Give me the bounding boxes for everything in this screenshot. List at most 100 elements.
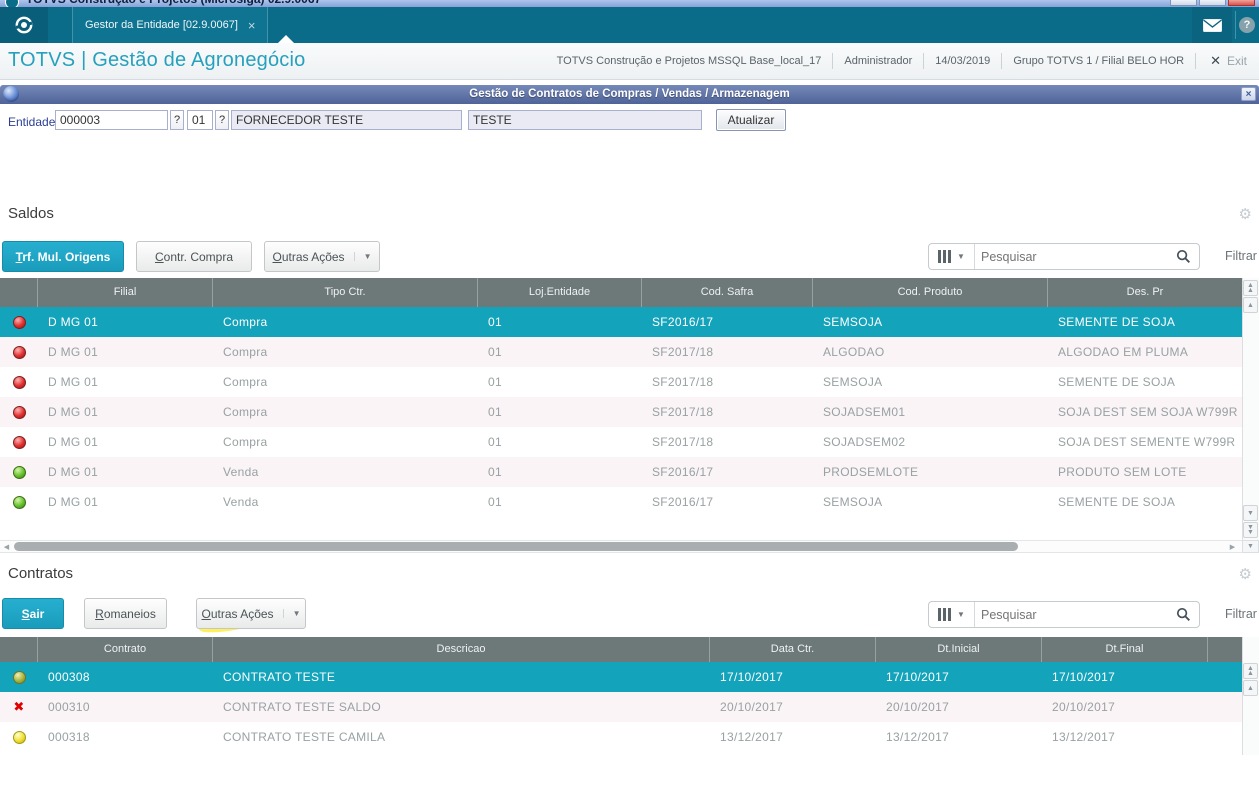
tab-label: Gestor da Entidade [02.9.0067] xyxy=(85,19,238,31)
contratos-cell: 13/12/2017 xyxy=(886,730,950,744)
tab-gestor-da-entidade[interactable]: Gestor da Entidade [02.9.0067] × xyxy=(72,7,269,43)
saldos-cell: SF2017/18 xyxy=(652,345,714,359)
status-red-icon xyxy=(12,435,26,449)
help-glyph: ? xyxy=(1243,19,1251,31)
contratos-column-header[interactable] xyxy=(1208,637,1242,662)
tab-close-icon[interactable]: × xyxy=(248,19,256,32)
saldos-cell: D MG 01 xyxy=(48,465,99,479)
saldos-scroll-right-arrow[interactable]: ▶ xyxy=(1226,541,1239,552)
contratos-action-sair[interactable]: Sair xyxy=(2,598,64,629)
contratos-table-row[interactable]: 000308 CONTRATO TESTE 17/10/2017 17/10/2017… xyxy=(0,662,1242,692)
saldos-cell: D MG 01 xyxy=(48,495,99,509)
saldos-search-input[interactable] xyxy=(975,249,1176,264)
saldos-vscrollbar[interactable] xyxy=(1242,278,1259,540)
saldos-table-row[interactable]: D MG 01 Compra 01 SF2017/18 SOJADSEM01 SOJA D… xyxy=(0,397,1242,427)
contratos-vscrollbar[interactable] xyxy=(1242,637,1259,755)
mail-icon[interactable] xyxy=(1192,7,1232,43)
contratos-action-outras-a-es[interactable]: Outras Ações ▼ xyxy=(196,598,306,629)
entity-store-lookup-button[interactable]: ? xyxy=(215,110,229,130)
saldos-column-header[interactable]: Cod. Safra xyxy=(642,278,813,307)
status-cell xyxy=(0,315,38,329)
contratos-column-header[interactable] xyxy=(0,637,38,662)
contratos-column-header[interactable]: Dt.Inicial xyxy=(876,637,1042,662)
saldos-cell: SEMSOJA xyxy=(823,315,883,329)
maximize-button[interactable] xyxy=(1199,0,1226,6)
chevron-down-icon[interactable]: ▼ xyxy=(282,609,300,618)
contratos-column-header[interactable]: Data Ctr. xyxy=(710,637,876,662)
saldos-table-row[interactable]: D MG 01 Compra 01 SF2017/18 SOJADSEM02 SOJA D… xyxy=(0,427,1242,457)
entity-name-field[interactable] xyxy=(231,110,462,130)
search-icon[interactable] xyxy=(1176,607,1191,622)
contratos-table-row[interactable]: ✖ 000310 CONTRATO TESTE SALDO 20/10/2017 20/… xyxy=(0,692,1242,722)
contratos-column-picker[interactable]: ▼ xyxy=(929,602,975,627)
status-green-icon xyxy=(12,465,26,479)
dialog-close-button[interactable]: × xyxy=(1241,87,1256,101)
saldos-column-header[interactable]: Loj.Entidade xyxy=(478,278,642,307)
window-title: TOTVS Construção e Projetos (Microsiga) … xyxy=(26,0,321,6)
contratos-column-header[interactable]: Contrato xyxy=(38,637,213,662)
saldos-column-header[interactable]: Cod. Produto xyxy=(813,278,1048,307)
saldos-table-row[interactable]: D MG 01 Compra 01 SF2017/18 ALGODAO ALGODAO E… xyxy=(0,337,1242,367)
contratos-search-input[interactable] xyxy=(975,607,1176,622)
minimize-button[interactable] xyxy=(1170,0,1197,6)
saldos-cell: D MG 01 xyxy=(48,435,99,449)
refresh-button[interactable]: Atualizar xyxy=(716,109,786,131)
saldos-cell: Venda xyxy=(223,495,259,509)
user-name: Administrador xyxy=(844,55,913,67)
scrollbar-corner[interactable]: ▼ xyxy=(1242,540,1259,553)
contratos-cell: 17/10/2017 xyxy=(720,670,784,684)
exit-button[interactable]: ✕ Exit xyxy=(1196,53,1255,69)
contratos-cell: 20/10/2017 xyxy=(1052,700,1116,714)
contratos-cell: 20/10/2017 xyxy=(886,700,950,714)
saldos-cell: SEMENTE DE SOJA xyxy=(1058,375,1176,389)
saldos-column-header[interactable] xyxy=(0,278,38,307)
saldos-column-header[interactable]: Des. Pr xyxy=(1048,278,1242,307)
saldos-cell: SF2017/18 xyxy=(652,435,714,449)
saldos-table-row[interactable]: D MG 01 Compra 01 SF2017/18 SEMSOJA SEMENTE D… xyxy=(0,367,1242,397)
saldos-table-row[interactable]: D MG 01 Compra 01 SF2016/17 SEMSOJA SEMENTE D… xyxy=(0,307,1242,337)
saldos-cell: 01 xyxy=(488,405,502,419)
saldos-scroll-last-button[interactable]: ▼ ▼ xyxy=(1243,522,1258,538)
contratos-scroll-up-button[interactable]: ▲ xyxy=(1243,680,1258,696)
contratos-gear-icon[interactable]: ⚙ xyxy=(1239,567,1252,582)
entity-code-field[interactable] xyxy=(55,110,168,130)
saldos-filter-link[interactable]: Filtrar xyxy=(1225,249,1257,263)
entity-store-field[interactable] xyxy=(187,110,213,130)
saldos-hscroll-thumb[interactable] xyxy=(14,542,1018,551)
status-cell xyxy=(0,435,38,449)
saldos-column-header[interactable]: Tipo Ctr. xyxy=(213,278,478,307)
saldos-action-outras-a-es[interactable]: Outras Ações ▼ xyxy=(264,241,380,272)
entity-label: Entidade xyxy=(8,115,56,129)
saldos-action-trf-mul-origens[interactable]: Trf. Mul. Origens xyxy=(2,241,124,272)
saldos-cell: 01 xyxy=(488,375,502,389)
contratos-filter-link[interactable]: Filtrar xyxy=(1225,607,1257,621)
entity-short-name-field[interactable] xyxy=(468,110,702,130)
saldos-scroll-left-arrow[interactable]: ◀ xyxy=(0,541,13,552)
search-icon[interactable] xyxy=(1176,249,1191,264)
totvs-logo-icon[interactable] xyxy=(0,7,48,43)
contratos-table-row[interactable]: 000318 CONTRATO TESTE CAMILA 13/12/2017 13/… xyxy=(0,722,1242,752)
contratos-scroll-first-button[interactable]: ▲ ▲ xyxy=(1243,663,1258,679)
entity-code-lookup-button[interactable]: ? xyxy=(170,110,184,130)
saldos-table-row[interactable]: D MG 01 Venda 01 SF2016/17 SEMSOJA SEMENTE DE… xyxy=(0,487,1242,517)
saldos-table-row[interactable]: D MG 01 Venda 01 SF2016/17 PRODSEMLOTE PRODUT… xyxy=(0,457,1242,487)
saldos-column-picker[interactable]: ▼ xyxy=(929,244,975,269)
saldos-scroll-first-button[interactable]: ▲ ▲ xyxy=(1243,280,1258,296)
contratos-column-header[interactable]: Descricao xyxy=(213,637,710,662)
window-close-button[interactable] xyxy=(1228,0,1255,6)
saldos-column-header[interactable]: Filial xyxy=(38,278,213,307)
saldos-gear-icon[interactable]: ⚙ xyxy=(1239,207,1252,222)
saldos-action-contr-compra[interactable]: Contr. Compra xyxy=(136,241,252,272)
saldos-cell: SEMSOJA xyxy=(823,375,883,389)
saldos-scroll-down-button[interactable]: ▼ xyxy=(1243,505,1258,521)
contratos-column-header[interactable]: Dt.Final xyxy=(1042,637,1208,662)
saldos-cell: SF2016/17 xyxy=(652,315,714,329)
chevron-down-icon[interactable]: ▼ xyxy=(353,252,371,261)
contratos-action-romaneios[interactable]: Romaneios xyxy=(84,598,167,629)
saldos-scroll-up-button[interactable]: ▲ xyxy=(1243,297,1258,313)
group-branch: Grupo TOTVS 1 / Filial BELO HOR xyxy=(1013,55,1185,67)
app-window: TOTVS Construção e Projetos (Microsiga) … xyxy=(0,0,1259,803)
help-icon[interactable]: ? xyxy=(1239,17,1255,33)
saldos-cell: SF2017/18 xyxy=(652,405,714,419)
saldos-cell: SF2016/17 xyxy=(652,465,714,479)
